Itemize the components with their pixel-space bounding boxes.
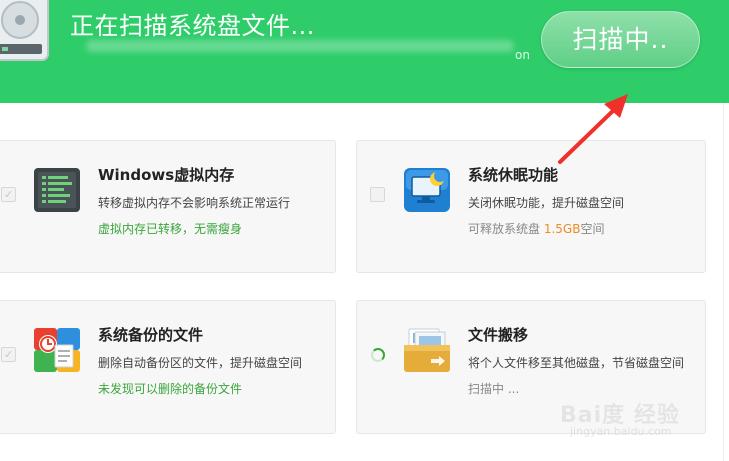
- card-description: 删除自动备份区的文件，提升磁盘空间: [98, 356, 303, 370]
- scan-status-title: 正在扫描系统盘文件...: [70, 12, 315, 40]
- status-suffix: 空间: [580, 222, 605, 236]
- card-hibernate: 系统休眠功能 关闭休眠功能，提升磁盘空间 可释放系统盘 1.5GB空间: [356, 140, 706, 273]
- releasable-size: 1.5GB: [543, 222, 581, 236]
- folder-move-icon: [404, 328, 450, 372]
- card-status: 未发现可以删除的备份文件: [98, 382, 243, 396]
- memory-chip-icon: [34, 168, 80, 212]
- check-icon: ✓: [4, 348, 14, 361]
- right-divider: [723, 103, 724, 461]
- card-status: 扫描中 ...: [468, 382, 520, 396]
- card-checkbox[interactable]: ✓: [1, 187, 16, 202]
- card-checkbox[interactable]: [370, 187, 385, 202]
- scanning-path-blurred: [86, 40, 514, 52]
- scanning-spinner-icon: [371, 348, 385, 362]
- scan-button[interactable]: 扫描中..: [541, 11, 700, 68]
- card-backup-files: ✓ 系统备份的文件 删除自动备份区的文件，提升磁盘空间 未发现可以删除的备份文件: [0, 300, 336, 434]
- monitor-moon-icon: [404, 168, 450, 212]
- status-prefix: 可释放系统盘: [468, 222, 544, 236]
- card-checkbox[interactable]: ✓: [1, 347, 16, 362]
- card-title: 系统休眠功能: [468, 166, 559, 184]
- check-icon: ✓: [4, 188, 14, 201]
- hard-disk-icon: [0, 0, 49, 61]
- red-arrow-icon: [558, 94, 628, 164]
- card-description: 转移虚拟内存不会影响系统正常运行: [98, 196, 291, 210]
- baidu-jingyan-watermark: Bai度 经验 jingyan.baidu.com: [560, 397, 720, 443]
- scanning-path-tail: on: [515, 48, 530, 62]
- card-virtual-memory: ✓ Windows虚拟内存 转移虚拟内存不会影响系统正常运行 虚拟内存已转移，无…: [0, 140, 336, 273]
- card-status: 虚拟内存已转移，无需瘦身: [98, 222, 243, 236]
- backup-files-icon: [34, 328, 80, 372]
- card-description: 将个人文件移至其他磁盘，节省磁盘空间: [468, 356, 685, 370]
- card-title: 文件搬移: [468, 326, 529, 344]
- card-title: Windows虚拟内存: [98, 166, 235, 184]
- card-description: 关闭休眠功能，提升磁盘空间: [468, 196, 625, 210]
- watermark-url: jingyan.baidu.com: [570, 425, 672, 438]
- card-status: 可释放系统盘 1.5GB空间: [468, 220, 604, 237]
- card-title: 系统备份的文件: [98, 326, 204, 344]
